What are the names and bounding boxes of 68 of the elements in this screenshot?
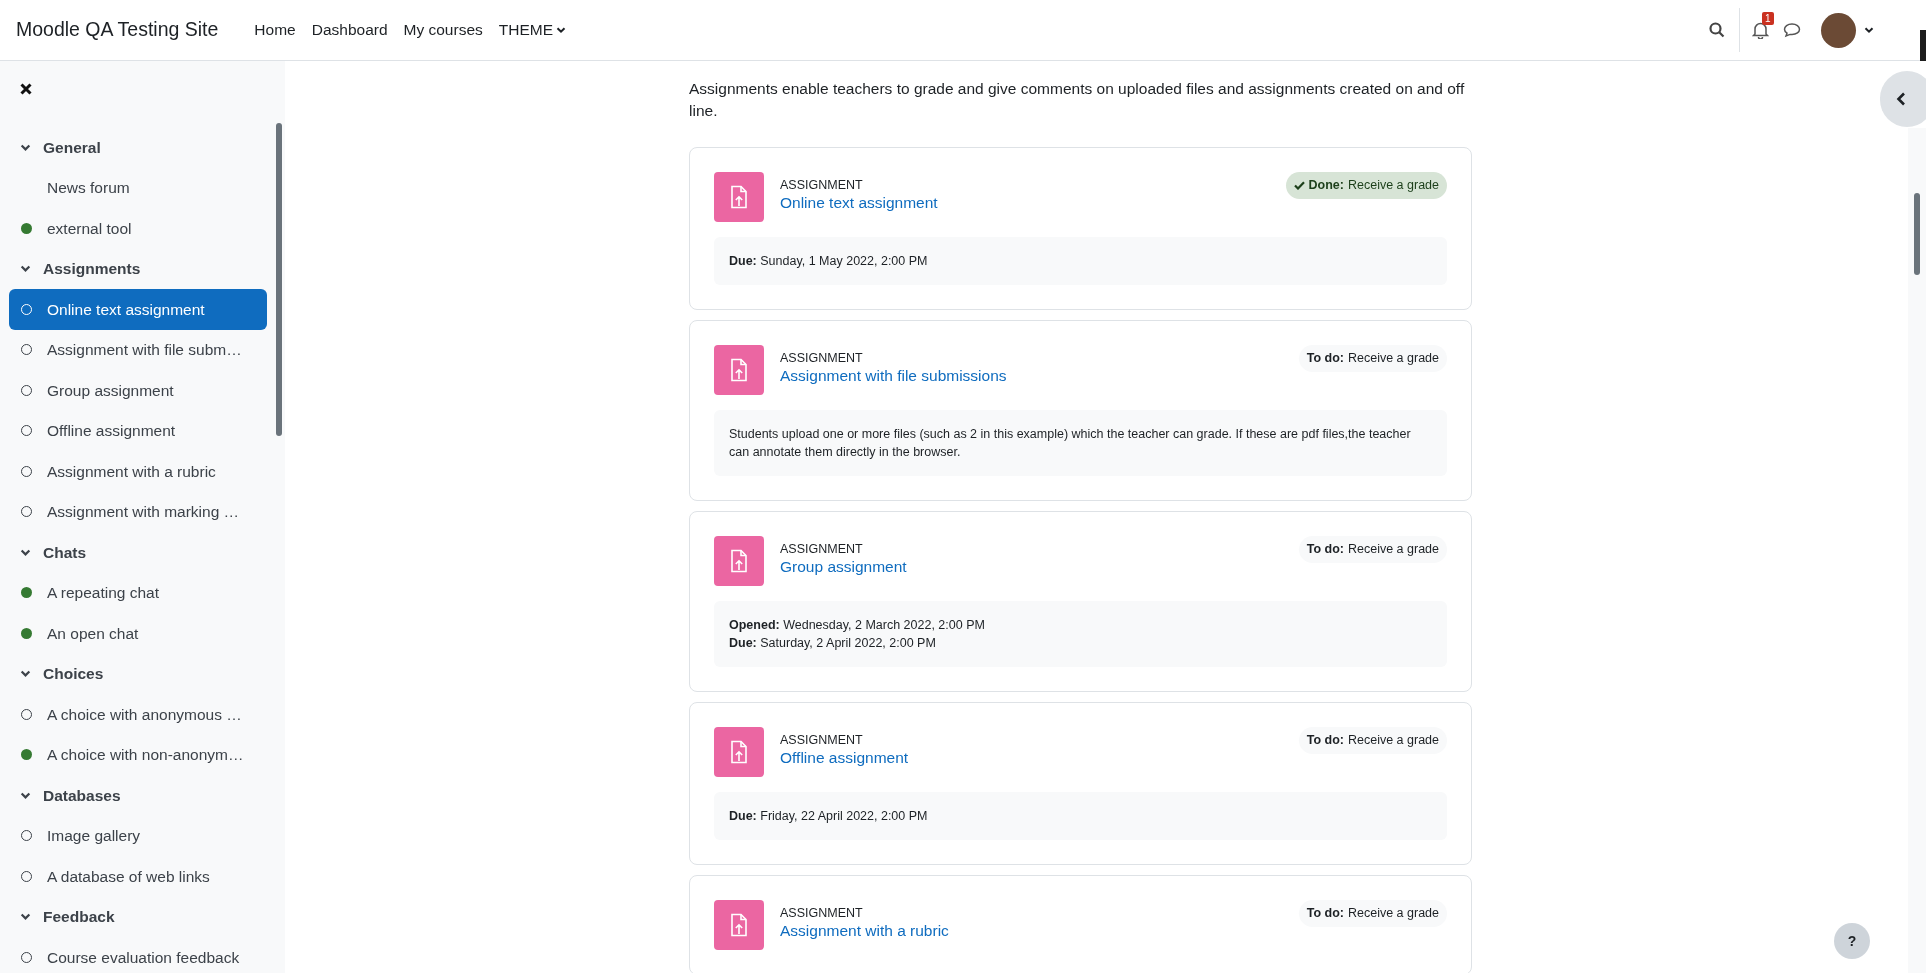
check-icon <box>1293 181 1305 190</box>
activity-link[interactable]: Offline assignment <box>780 748 909 768</box>
nav-link[interactable]: THEME <box>498 10 554 50</box>
course-index-item[interactable]: A database of web links <box>9 856 267 897</box>
file-upload-icon <box>730 913 748 937</box>
course-index-item[interactable]: Course evaluation feedback <box>9 937 267 973</box>
file-upload-icon <box>730 740 748 764</box>
activity-link[interactable]: Assignment with file submissions <box>780 366 1007 386</box>
activity-type: ASSIGNMENT <box>780 350 864 366</box>
course-index-item[interactable]: external tool <box>9 208 267 249</box>
course-index-item[interactable]: Online text assignment <box>9 289 267 330</box>
course-index-item[interactable]: Assignment with file subm… <box>9 329 267 370</box>
file-upload-icon <box>730 185 748 209</box>
activity-type: ASSIGNMENT <box>780 177 864 193</box>
completion-badge: To do: Receive a grade <box>1298 727 1447 754</box>
section-toggle[interactable]: Chats <box>9 532 267 573</box>
section-toggle[interactable]: General <box>9 127 267 168</box>
activity-description: Students upload one or more files (such as 2 in this example) which the teacher can grade. If these are pdf files,the teacher can annotate them directly in the browser. <box>729 426 1412 461</box>
activity-date: Due: Sunday, 1 May 2022, 2:00 PM <box>729 253 929 270</box>
nav-link[interactable]: Home <box>254 10 296 50</box>
avatar[interactable] <box>1821 12 1856 48</box>
section-toggle[interactable]: Feedback <box>9 896 267 937</box>
course-index-item[interactable]: Image gallery <box>9 815 267 856</box>
drawer-toggle-button[interactable] <box>1880 71 1926 127</box>
course-index-item[interactable]: A choice with non-anonym… <box>9 734 267 775</box>
course-index-item[interactable]: An open chat <box>9 613 267 654</box>
activity-date: Due: Saturday, 2 April 2022, 2:00 PM <box>729 635 937 652</box>
intro-text: Assignments enable teachers to grade and give comments on uploaded files and assignments created on and off line. <box>689 79 1466 121</box>
completion-badge: Done: Receive a grade <box>1285 172 1447 199</box>
completion-badge: To do: Receive a grade <box>1298 345 1447 372</box>
chevron-icon <box>20 668 31 680</box>
activity-link[interactable]: Group assignment <box>780 557 907 577</box>
course-index-item[interactable]: Group assignment <box>9 370 267 411</box>
chat-bubble-icon[interactable] <box>1783 22 1801 38</box>
notification-count: 1 <box>1762 12 1774 25</box>
section-toggle[interactable]: Databases <box>9 775 267 816</box>
chevron-left-icon <box>1896 92 1906 106</box>
course-index-item[interactable]: Assignment with a rubric <box>9 451 267 492</box>
activity-link[interactable]: Assignment with a rubric <box>780 921 949 941</box>
course-index-item[interactable]: A repeating chat <box>9 572 267 613</box>
completion-badge: To do: Receive a grade <box>1298 900 1447 927</box>
activity-link[interactable]: Online text assignment <box>780 193 938 213</box>
close-icon[interactable] <box>20 83 32 95</box>
activity-date: Opened: Wednesday, 2 March 2022, 2:00 PM <box>729 617 986 634</box>
bell-icon[interactable] <box>1752 21 1769 39</box>
chevron-icon <box>20 911 31 923</box>
caret-icon <box>1864 25 1874 35</box>
activity-date: Due: Friday, 22 April 2022, 2:00 PM <box>729 808 929 825</box>
search-icon[interactable] <box>1709 22 1725 38</box>
site-name[interactable]: Moodle QA Testing Site <box>16 15 219 45</box>
chevron-icon <box>20 263 31 275</box>
course-index-item[interactable]: Assignment with marking … <box>9 491 267 532</box>
course-index-item[interactable]: News forum <box>9 167 267 208</box>
file-upload-icon <box>730 549 748 573</box>
section-toggle[interactable]: Assignments <box>9 248 267 289</box>
nav-link[interactable]: My courses <box>403 10 483 50</box>
nav-link[interactable]: Dashboard <box>311 10 388 50</box>
section-toggle[interactable]: Choices <box>9 653 267 694</box>
course-index-item[interactable]: Offline assignment <box>9 410 267 451</box>
activity-type: ASSIGNMENT <box>780 905 864 921</box>
help-button[interactable]: ? <box>1834 923 1870 959</box>
file-upload-icon <box>730 358 748 382</box>
caret-icon <box>556 25 567 35</box>
activity-type: ASSIGNMENT <box>780 541 864 557</box>
activity-type: ASSIGNMENT <box>780 732 864 748</box>
completion-badge: To do: Receive a grade <box>1298 536 1447 563</box>
course-index-item[interactable]: A choice with anonymous … <box>9 694 267 735</box>
dark-edge-strip <box>1920 30 1926 61</box>
